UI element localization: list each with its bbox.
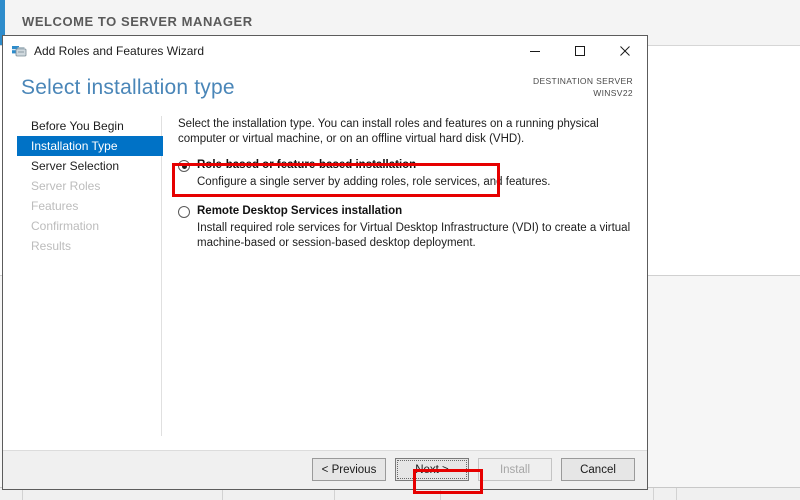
option-role-based-description: Configure a single server by adding role… xyxy=(197,176,551,188)
sidebar-item-features: Features xyxy=(31,199,79,213)
sidebar-item-before-you-begin[interactable]: Before You Begin xyxy=(17,116,163,136)
wizard-header: Select installation type DESTINATION SER… xyxy=(3,66,647,116)
taskbar-separator xyxy=(653,488,654,500)
previous-button[interactable]: < Previous xyxy=(312,458,386,481)
install-button: Install xyxy=(478,458,552,481)
wizard-body: Before You Begin Installation Type Serve… xyxy=(3,116,647,450)
sidebar-item-confirmation: Confirmation xyxy=(31,219,100,233)
option-remote-desktop-label: Remote Desktop Services installation xyxy=(197,205,403,217)
cancel-button[interactable]: Cancel xyxy=(561,458,635,481)
welcome-title: WELCOME TO SERVER MANAGER xyxy=(22,14,253,29)
option-role-based[interactable]: Role-based or feature-based installation… xyxy=(178,158,637,190)
add-roles-features-wizard-dialog: Add Roles and Features Wizard Select ins… xyxy=(2,35,648,490)
taskbar-separator xyxy=(676,488,677,500)
close-icon[interactable] xyxy=(602,36,647,65)
sidebar-item-server-selection[interactable]: Server Selection xyxy=(17,156,163,176)
minimize-icon[interactable] xyxy=(512,36,557,65)
maximize-icon[interactable] xyxy=(557,36,602,65)
option-remote-desktop[interactable]: Remote Desktop Services installation Ins… xyxy=(178,204,637,251)
server-wizard-icon xyxy=(11,43,27,59)
page-title: Select installation type xyxy=(21,76,235,99)
sidebar-item-installation-type[interactable]: Installation Type xyxy=(17,136,163,156)
intro-text: Select the installation type. You can in… xyxy=(178,118,599,145)
option-remote-desktop-description: Install required role services for Virtu… xyxy=(197,222,631,249)
dialog-title-bar[interactable]: Add Roles and Features Wizard xyxy=(3,36,647,66)
wizard-footer: < Previous Next > Install Cancel xyxy=(3,450,647,489)
radio-remote-desktop-services[interactable] xyxy=(178,206,190,218)
wizard-navigation: Before You Begin Installation Type Serve… xyxy=(17,116,163,256)
next-button[interactable]: Next > xyxy=(395,458,469,481)
destination-server-block: DESTINATION SERVER WINSV22 xyxy=(533,75,633,99)
sidebar-item-server-roles: Server Roles xyxy=(31,179,101,193)
destination-server-name: WINSV22 xyxy=(593,88,633,98)
radio-role-based[interactable] xyxy=(178,160,190,172)
destination-server-label: DESTINATION SERVER xyxy=(533,76,633,86)
dialog-title: Add Roles and Features Wizard xyxy=(34,44,205,58)
sidebar-item-results: Results xyxy=(31,239,72,253)
wizard-content-pane: Select the installation type. You can in… xyxy=(178,116,637,251)
option-role-based-label: Role-based or feature-based installation xyxy=(197,159,417,171)
footer-button-group: < Previous Next > Install Cancel xyxy=(312,458,635,481)
